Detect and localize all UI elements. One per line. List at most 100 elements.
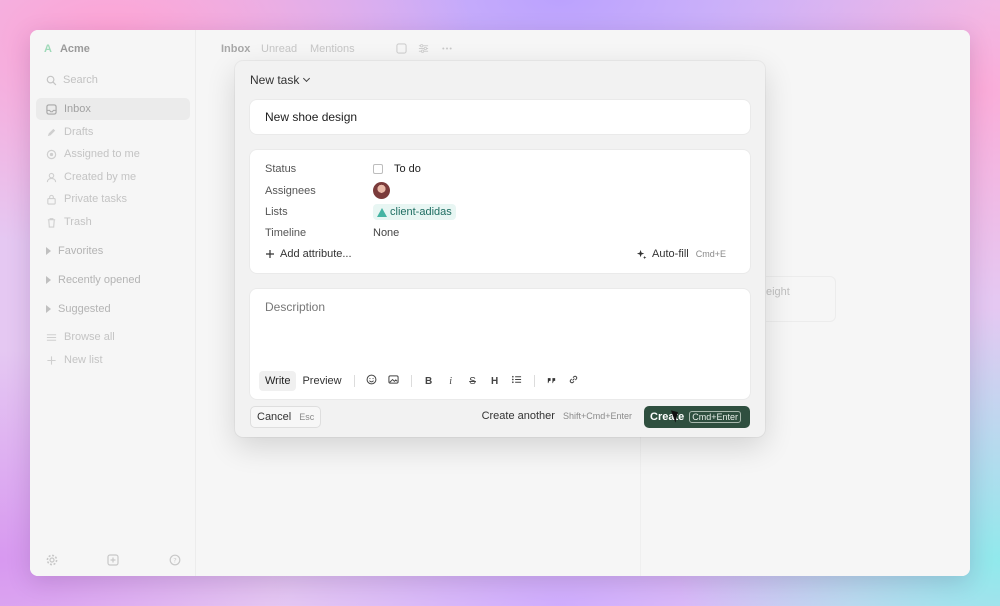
attribute-label: Assignees <box>265 184 316 197</box>
tab-mentions[interactable]: Mentions <box>310 43 355 55</box>
sidebar-item-private[interactable]: Private tasks <box>36 188 190 210</box>
sliders-icon[interactable] <box>418 43 429 57</box>
tab-preview[interactable]: Preview <box>296 371 347 391</box>
create-another-toggle[interactable]: Create another Shift+Cmd+Enter <box>482 410 632 422</box>
inbox-icon <box>46 103 57 115</box>
new-item-icon[interactable] <box>107 554 119 569</box>
toolbar-divider <box>410 375 412 387</box>
create-shortcut: Cmd+Enter <box>689 411 742 423</box>
sidebar-item-label: Browse all <box>64 331 115 343</box>
create-another-shortcut: Shift+Cmd+Enter <box>562 411 632 421</box>
attribute-label: Status <box>265 163 297 175</box>
toolbar-divider <box>533 375 535 387</box>
link-icon[interactable] <box>563 374 585 388</box>
sidebar-item-label: Drafts <box>64 126 94 138</box>
lock-icon <box>46 194 57 205</box>
bold-button[interactable]: B <box>418 376 440 387</box>
attribute-label: Timeline <box>265 227 307 239</box>
list-chip-label: client-adidas <box>390 206 452 218</box>
sidebar-item-created[interactable]: Created by me <box>36 166 190 188</box>
task-title-input[interactable] <box>265 110 725 124</box>
create-another-label: Create another <box>481 410 555 422</box>
more-options-icon[interactable] <box>441 43 453 57</box>
cancel-label: Cancel <box>257 411 292 423</box>
auto-fill-button[interactable]: Auto-fill Cmd+E <box>636 248 726 260</box>
attribute-status[interactable]: Status To do <box>265 163 421 175</box>
sidebar-item-label: New list <box>64 354 103 366</box>
workspace-switcher[interactable]: A Acme <box>44 43 90 55</box>
svg-text:?: ? <box>173 556 176 564</box>
status-value: To do <box>394 163 421 175</box>
caret-right-icon <box>46 276 51 284</box>
divider <box>640 430 641 576</box>
add-attribute-label: Add attribute... <box>280 248 352 260</box>
attribute-assignees[interactable]: Assignees <box>265 182 390 199</box>
help-icon[interactable]: ? <box>169 554 181 569</box>
sidebar-item-inbox[interactable]: Inbox <box>36 98 190 120</box>
sidebar-item-label: Created by me <box>64 171 137 183</box>
italic-button[interactable]: i <box>440 376 462 387</box>
sidebar-bottom-bar: ? <box>30 546 196 576</box>
timeline-value: None <box>373 227 400 239</box>
quote-icon[interactable] <box>541 374 563 388</box>
plus-icon <box>46 355 57 366</box>
section-favorites[interactable]: Favorites <box>46 245 103 257</box>
tab-unread[interactable]: Unread <box>261 43 297 55</box>
attribute-label: Lists <box>265 206 288 218</box>
workspace-name: Acme <box>59 43 90 55</box>
caret-right-icon <box>46 247 51 255</box>
title-card <box>250 100 750 134</box>
workspace-logo: A <box>44 43 52 55</box>
task-type-dropdown[interactable]: New task <box>250 73 311 87</box>
heading-button[interactable]: H <box>484 376 506 387</box>
tab-write[interactable]: Write <box>259 371 297 391</box>
sidebar-browse-all[interactable]: Browse all <box>36 326 190 348</box>
background-card: eight <box>766 276 836 322</box>
section-label: Favorites <box>58 245 104 257</box>
sidebar-item-label: Assigned to me <box>64 148 140 160</box>
assignee-avatar[interactable] <box>373 182 390 199</box>
create-button[interactable]: Create Cmd+Enter <box>644 406 750 428</box>
attribute-timeline[interactable]: Timeline None <box>265 227 399 239</box>
auto-fill-label: Auto-fill <box>652 248 689 260</box>
cancel-button[interactable]: Cancel Esc <box>250 406 322 428</box>
sparkle-icon <box>636 249 647 259</box>
editor-toolbar: Write Preview B i S H <box>259 371 585 391</box>
sidebar-item-label: Inbox <box>64 103 91 115</box>
search-input[interactable]: Search <box>38 68 190 92</box>
list-icon <box>46 332 57 343</box>
section-recently-opened[interactable]: Recently opened <box>46 274 141 286</box>
sidebar-item-trash[interactable]: Trash <box>36 211 190 233</box>
list-chip[interactable]: client-adidas <box>373 204 456 220</box>
section-label: Suggested <box>58 303 111 315</box>
description-placeholder[interactable]: Description <box>265 300 325 314</box>
plus-icon <box>266 250 274 258</box>
emoji-icon[interactable] <box>361 374 383 388</box>
cancel-shortcut: Esc <box>299 412 315 422</box>
sidebar-item-drafts[interactable]: Drafts <box>36 121 190 143</box>
settings-gear-icon[interactable] <box>46 554 58 569</box>
sidebar-new-list[interactable]: New list <box>36 349 190 371</box>
section-suggested[interactable]: Suggested <box>46 303 111 315</box>
description-card[interactable]: Description Write Preview B i S H <box>250 289 750 399</box>
auto-fill-shortcut: Cmd+E <box>695 249 726 259</box>
attributes-card: Status To do Assignees Lists client-adid… <box>250 150 750 273</box>
bullet-list-icon[interactable] <box>506 374 528 388</box>
sidebar: A Acme Search Inbox Drafts Assigned to m… <box>30 30 196 576</box>
toolbar-divider <box>353 375 355 387</box>
status-checkbox-icon[interactable] <box>373 164 383 174</box>
sidebar-item-label: Trash <box>64 216 92 228</box>
user-icon <box>46 172 57 183</box>
tab-inbox[interactable]: Inbox <box>221 43 250 55</box>
trash-icon <box>46 217 57 228</box>
new-task-modal: New task Status To do Assignees Lists cl… <box>235 61 765 437</box>
strikethrough-button[interactable]: S <box>462 376 484 387</box>
background-card-text: eight <box>766 286 790 298</box>
attribute-lists[interactable]: Lists client-adidas <box>265 204 456 220</box>
task-type-label: New task <box>250 73 300 87</box>
checkbox-filter-icon[interactable] <box>396 43 407 57</box>
sidebar-item-label: Private tasks <box>64 193 127 205</box>
sidebar-item-assigned[interactable]: Assigned to me <box>36 143 190 165</box>
add-attribute-button[interactable]: Add attribute... <box>265 248 352 260</box>
image-icon[interactable] <box>383 374 405 388</box>
